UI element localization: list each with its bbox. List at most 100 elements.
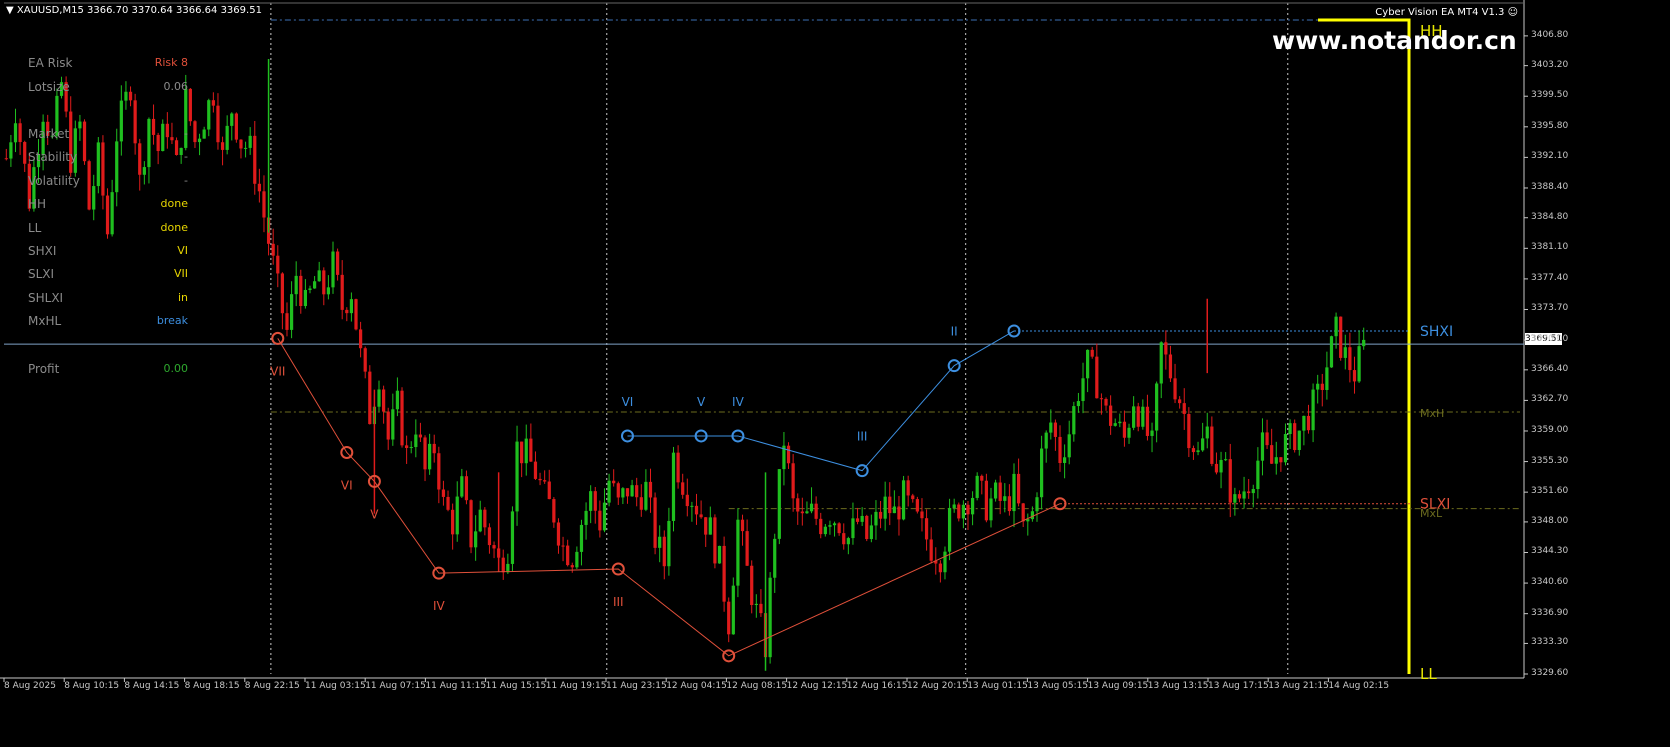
panel-label: HH bbox=[28, 197, 47, 211]
bear-candle-body bbox=[386, 411, 390, 440]
panel-value: break bbox=[156, 314, 188, 327]
price-tick-label: 3403.20 bbox=[1531, 59, 1569, 70]
bear-candle-body bbox=[188, 88, 192, 122]
swing-high-label: V bbox=[697, 395, 706, 409]
bull-candle-body bbox=[607, 480, 611, 503]
bull-candle-body bbox=[1159, 342, 1163, 384]
bear-candle-body bbox=[1228, 459, 1232, 503]
candlestick-chart[interactable]: HHSHXIMxHSLXIMxLLL VI V IVIIIIIVIIVIVIV III bbox=[0, 0, 1670, 743]
price-tick-label: 3384.80 bbox=[1531, 211, 1569, 222]
bear-candle-body bbox=[980, 475, 984, 481]
bull-candle-body bbox=[667, 520, 671, 567]
panel-row-lotsize: Lotsize 0.06 bbox=[28, 80, 188, 100]
bear-candle-body bbox=[906, 480, 910, 496]
bear-candle-body bbox=[796, 498, 800, 512]
bear-candle-body bbox=[492, 545, 496, 549]
bear-candle-body bbox=[1164, 342, 1168, 355]
time-tick-label: 11 Aug 19:15 bbox=[545, 681, 607, 691]
bull-candle-body bbox=[197, 138, 202, 143]
bear-candle-body bbox=[920, 511, 924, 519]
bear-candle-body bbox=[1168, 354, 1173, 379]
bull-candle-body bbox=[1150, 430, 1154, 436]
bear-candle-body bbox=[593, 491, 597, 511]
bear-candle-body bbox=[533, 461, 538, 479]
bear-candle-body bbox=[556, 522, 561, 546]
bull-candle-body bbox=[1311, 389, 1315, 431]
bear-candle-body bbox=[1191, 448, 1196, 453]
price-tick-label: 3388.40 bbox=[1531, 181, 1569, 192]
bull-candle-body bbox=[1316, 383, 1320, 390]
bear-candle-body bbox=[400, 390, 404, 446]
bull-candle-body bbox=[1049, 422, 1053, 433]
bull-candle-body bbox=[883, 496, 887, 519]
swing-low-label: III bbox=[613, 595, 624, 609]
bull-candle-body bbox=[630, 485, 634, 497]
panel-row-stability: Stability - bbox=[28, 150, 188, 170]
bull-candle-body bbox=[1233, 494, 1237, 503]
bull-candle-body bbox=[207, 100, 211, 130]
bear-candle-body bbox=[1058, 436, 1062, 463]
swing-low-label: IV bbox=[433, 599, 446, 613]
price-tick-label: 3344.30 bbox=[1531, 546, 1569, 557]
bull-candle-body bbox=[317, 270, 321, 282]
swing-high-label: III bbox=[857, 430, 868, 444]
time-tick-label: 12 Aug 16:15 bbox=[846, 681, 908, 691]
time-tick-label: 11 Aug 23:15 bbox=[606, 681, 667, 691]
chart-root[interactable]: HH SHXI MxH SLXI MxL LL VI V IV III II VII VI V IV III bbox=[0, 0, 1670, 743]
panel-label: Volatility bbox=[28, 174, 80, 188]
bear-candle-body bbox=[800, 511, 804, 514]
bear-candle-body bbox=[253, 135, 257, 184]
panel-value: done bbox=[160, 221, 188, 234]
bull-candle-body bbox=[515, 441, 519, 512]
bear-candle-body bbox=[878, 511, 883, 519]
bear-candle-body bbox=[727, 601, 731, 635]
bull-candle-body bbox=[326, 287, 331, 295]
bull-candle-body bbox=[575, 551, 579, 568]
panel-label: SLXI bbox=[28, 267, 55, 281]
bear-candle-body bbox=[483, 509, 487, 528]
bear-candle-body bbox=[561, 545, 565, 547]
bear-candle-body bbox=[1182, 403, 1186, 414]
panel-value: 0.06 bbox=[163, 80, 189, 93]
panel-label: SHLXI bbox=[28, 291, 64, 305]
bull-candle-body bbox=[947, 507, 952, 552]
bear-candle-body bbox=[704, 517, 708, 535]
bull-candle-body bbox=[9, 142, 13, 159]
price-tick-label: 3406.80 bbox=[1531, 29, 1569, 40]
bear-candle-body bbox=[681, 482, 685, 495]
bull-candle-body bbox=[409, 447, 413, 449]
bear-candle-body bbox=[432, 443, 436, 454]
bull-candle-body bbox=[1155, 383, 1159, 431]
bear-candle-body bbox=[612, 480, 616, 484]
bull-candle-body bbox=[391, 409, 395, 440]
bear-candle-body bbox=[1021, 503, 1025, 522]
price-tick-label: 3329.60 bbox=[1531, 668, 1569, 678]
panel-value: VI bbox=[177, 244, 188, 257]
smiley-icon[interactable]: ☺ bbox=[1508, 7, 1518, 18]
bear-candle-body bbox=[441, 489, 446, 497]
bull-candle-body bbox=[989, 498, 993, 521]
bear-candle-body bbox=[1270, 445, 1274, 464]
bull-candle-body bbox=[943, 551, 947, 573]
bear-candle-body bbox=[938, 563, 942, 573]
bear-candle-body bbox=[915, 499, 919, 512]
bull-candle-body bbox=[303, 289, 307, 307]
bear-candle-body bbox=[998, 482, 1002, 501]
bear-candle-body bbox=[570, 565, 574, 568]
bull-candle-body bbox=[773, 538, 777, 578]
price-tick-label: 3351.60 bbox=[1531, 486, 1569, 497]
symbol-header[interactable]: ▼ XAUUSD,M15 3366.70 3370.64 3366.64 336… bbox=[6, 5, 262, 16]
bull-candle-body bbox=[1072, 406, 1076, 435]
bear-candle-body bbox=[23, 142, 27, 164]
bull-candle-body bbox=[349, 299, 354, 314]
price-tick-label: 3333.30 bbox=[1531, 637, 1569, 648]
panel-row-ll: LL done bbox=[28, 221, 188, 241]
bull-candle-body bbox=[736, 519, 740, 586]
bear-candle-body bbox=[368, 371, 372, 425]
time-tick-label: 8 Aug 14:15 bbox=[124, 681, 180, 691]
time-tick-label: 11 Aug 15:15 bbox=[485, 681, 547, 691]
bull-candle-body bbox=[860, 515, 864, 522]
ea-title-text: Cyber Vision EA MT4 V1.3 bbox=[1375, 7, 1505, 18]
bull-candle-body bbox=[805, 511, 809, 514]
dropdown-triangle-icon[interactable]: ▼ bbox=[6, 5, 14, 16]
